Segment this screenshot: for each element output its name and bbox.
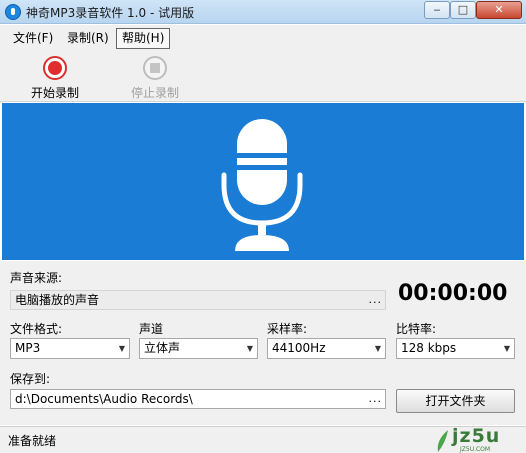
record-icon — [43, 56, 67, 80]
save-path-value: d:\Documents\Audio Records\ — [15, 392, 193, 406]
dropdown-arrow-icon: ▼ — [118, 344, 125, 353]
menu-file[interactable]: 文件(F) — [7, 28, 59, 49]
menu-record[interactable]: 录制(R) — [61, 28, 115, 49]
format-value: MP3 — [15, 341, 41, 355]
close-button[interactable]: ✕ — [476, 1, 522, 19]
stop-record-label: 停止录制 — [130, 86, 179, 100]
channel-label: 声道 — [139, 322, 164, 336]
toolbar: 开始录制 停止录制 — [0, 52, 526, 102]
samplerate-select[interactable]: 44100Hz ▼ — [267, 338, 386, 359]
start-record-label: 开始录制 — [30, 86, 79, 100]
menu-bar: 文件(F) 录制(R) 帮助(H) — [0, 25, 526, 52]
samplerate-value: 44100Hz — [272, 341, 326, 355]
samplerate-label: 采样率: — [267, 322, 308, 336]
window-title: 神奇MP3录音软件 1.0 - 试用版 — [26, 6, 195, 20]
format-select[interactable]: MP3 ▼ — [10, 338, 130, 359]
menu-help[interactable]: 帮助(H) — [116, 28, 171, 49]
dropdown-arrow-icon: ▼ — [503, 344, 510, 353]
saveto-label: 保存到: — [10, 372, 51, 386]
open-folder-button[interactable]: 打开文件夹 — [396, 389, 515, 413]
stop-record-button[interactable]: 停止录制 — [120, 56, 190, 101]
watermark-text: jz5u — [452, 425, 501, 447]
stop-icon — [143, 56, 167, 80]
save-path-field[interactable]: d:\Documents\Audio Records\ ... — [10, 389, 386, 409]
dropdown-arrow-icon: ▼ — [374, 344, 381, 353]
minimize-button[interactable]: ‒ — [424, 1, 450, 19]
source-browse-button[interactable]: ... — [369, 291, 383, 309]
source-value: 电脑播放的声音 — [15, 293, 100, 307]
save-path-browse-button[interactable]: ... — [369, 390, 383, 408]
format-label: 文件格式: — [10, 322, 63, 336]
microphone-banner — [2, 103, 524, 260]
bitrate-select[interactable]: 128 kbps ▼ — [396, 338, 515, 359]
bitrate-label: 比特率: — [396, 322, 437, 336]
settings-panel: 声音来源: 电脑播放的声音 ... 00:00:00 文件格式: MP3 ▼ 声… — [0, 261, 526, 425]
leaf-icon — [437, 430, 448, 452]
watermark-subtext: JZ5U.COM — [460, 446, 491, 453]
channel-select[interactable]: 立体声 ▼ — [139, 338, 258, 359]
dropdown-arrow-icon: ▼ — [246, 344, 253, 353]
maximize-button[interactable]: □ — [450, 1, 476, 19]
status-bar: 准备就绪 jz5u JZ5U.COM — [0, 425, 526, 453]
channel-value: 立体声 — [144, 341, 181, 355]
microphone-icon — [221, 119, 303, 251]
source-field[interactable]: 电脑播放的声音 ... — [10, 290, 386, 310]
title-bar: 神奇MP3录音软件 1.0 - 试用版 ‒ □ ✕ — [0, 0, 526, 24]
status-text: 准备就绪 — [8, 434, 57, 448]
bitrate-value: 128 kbps — [401, 341, 457, 355]
recording-timer: 00:00:00 — [398, 281, 508, 306]
app-icon — [5, 4, 21, 20]
start-record-button[interactable]: 开始录制 — [20, 56, 90, 101]
watermark-logo: jz5u JZ5U.COM — [434, 425, 524, 453]
source-label: 声音来源: — [10, 271, 63, 285]
